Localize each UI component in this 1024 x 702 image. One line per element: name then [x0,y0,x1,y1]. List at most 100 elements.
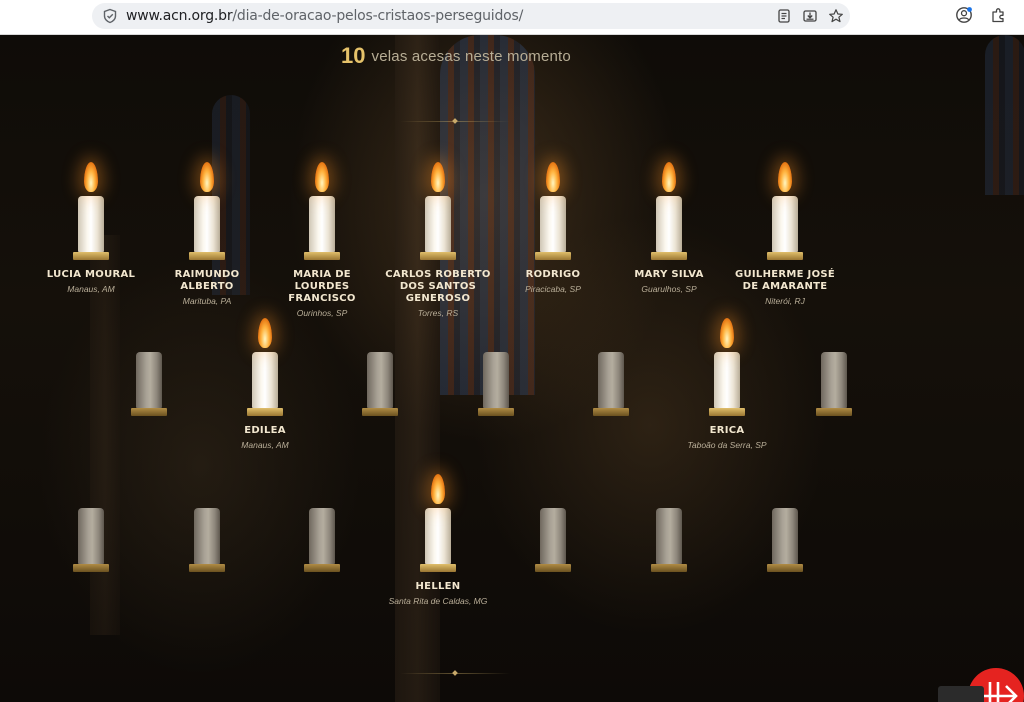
candle[interactable]: ERICA Taboão da Serra, SP [672,304,782,451]
candle-location: Manaus, AM [241,440,289,450]
flame-area [614,148,724,196]
bookmark-star-icon[interactable] [828,8,844,24]
candle[interactable] [730,460,840,581]
candle-body [309,196,335,252]
candle-body [656,196,682,252]
extensions-icon[interactable] [990,6,1008,24]
candle-name: CARLOS ROBERTO DOS SANTOS GENEROSO [385,269,491,304]
candle-location: Piracicaba, SP [525,284,581,294]
candle[interactable] [267,460,377,581]
candle-name: MARY SILVA [634,269,704,280]
candle[interactable] [779,304,889,425]
flame-area [672,304,782,352]
candle-location: Taboão da Serra, SP [687,440,767,450]
install-app-icon[interactable] [802,8,818,24]
candle-name: ERICA [709,425,745,436]
browser-toolbar: www.acn.org.br/dia-de-oracao-pelos-crist… [0,0,1024,35]
candle[interactable] [152,460,262,581]
candle-holder [420,564,456,572]
flame-area [498,460,608,508]
shield-icon[interactable] [102,8,118,24]
flame-area [36,460,146,508]
candle[interactable]: RODRIGO Piracicaba, SP [498,148,608,295]
candle[interactable] [325,304,435,425]
address-bar[interactable]: www.acn.org.br/dia-de-oracao-pelos-crist… [92,3,850,29]
flame-area [152,460,262,508]
flame-icon [778,162,792,192]
candle-body [425,196,451,252]
candle-name: RODRIGO [525,269,581,280]
candle-body [598,352,624,408]
candle-name: RAIMUNDO ALBERTO [174,269,240,292]
candle[interactable] [614,460,724,581]
flame-area [614,460,724,508]
flame-icon [200,162,214,192]
candle-name: MARIA DE LOURDES FRANCISCO [288,269,356,304]
candle-location: Manaus, AM [67,284,115,294]
candle-scene: 10 velas acesas neste momento LUCIA MOURA… [0,35,1024,702]
flame-area [498,148,608,196]
candle[interactable]: GUILHERME JOSÉ DE AMARANTE Niterói, RJ [730,148,840,307]
flame-icon [315,162,329,192]
candle-body [425,508,451,564]
candle-holder [189,564,225,572]
candle[interactable]: RAIMUNDO ALBERTO Marituba, PA [152,148,262,307]
flame-area [94,304,204,352]
flame-area [383,148,493,196]
candle-body [821,352,847,408]
candle-holder [247,408,283,416]
candle-body [78,196,104,252]
flame-area [36,148,146,196]
candle-body [367,352,393,408]
candle[interactable]: LUCIA MOURAL Manaus, AM [36,148,146,295]
candle-name: GUILHERME JOSÉ DE AMARANTE [734,269,836,292]
candle[interactable]: MARY SILVA Guarulhos, SP [614,148,724,295]
candle[interactable]: HELLEN Santa Rita de Caldas, MG [383,460,493,607]
candle[interactable]: CARLOS ROBERTO DOS SANTOS GENEROSO Torres… [383,148,493,319]
candle-holder [651,252,687,260]
flame-area [556,304,666,352]
url-text[interactable]: www.acn.org.br/dia-de-oracao-pelos-crist… [126,8,523,24]
candle-holder [535,564,571,572]
flame-area [730,460,840,508]
candle-body [309,508,335,564]
lit-candles-counter: 10 velas acesas neste momento [0,43,912,69]
flame-icon [546,162,560,192]
profile-icon[interactable] [955,6,973,24]
scroll-to-top-button[interactable] [938,686,984,702]
reader-mode-icon[interactable] [776,8,792,24]
candle[interactable] [441,304,551,425]
flame-icon [84,162,98,192]
candle[interactable] [556,304,666,425]
flame-area [383,460,493,508]
flame-area [267,460,377,508]
candle[interactable] [94,304,204,425]
candle-holder [362,408,398,416]
candle[interactable]: MARIA DE LOURDES FRANCISCO Ourinhos, SP [267,148,377,319]
flame-area [730,148,840,196]
flame-area [152,148,262,196]
candle-holder [651,564,687,572]
candle-holder [593,408,629,416]
candle-body [252,352,278,408]
candle-body [194,196,220,252]
candle-body [540,508,566,564]
flame-icon [431,162,445,192]
flame-icon [662,162,676,192]
candle[interactable]: EDILEA Manaus, AM [210,304,320,451]
candle-holder [478,408,514,416]
candle-name: HELLEN [415,581,461,592]
candle-name: LUCIA MOURAL [46,269,136,280]
candle-body [772,508,798,564]
lit-count-label: velas acesas neste momento [371,47,571,65]
flame-area [779,304,889,352]
flame-icon [258,318,272,348]
stained-glass-window [985,35,1024,195]
candle-location: Santa Rita de Caldas, MG [388,596,488,606]
candle[interactable] [498,460,608,581]
flame-area [210,304,320,352]
candle-body [656,508,682,564]
candle[interactable] [36,460,146,581]
candle-body [78,508,104,564]
candle-holder [709,408,745,416]
